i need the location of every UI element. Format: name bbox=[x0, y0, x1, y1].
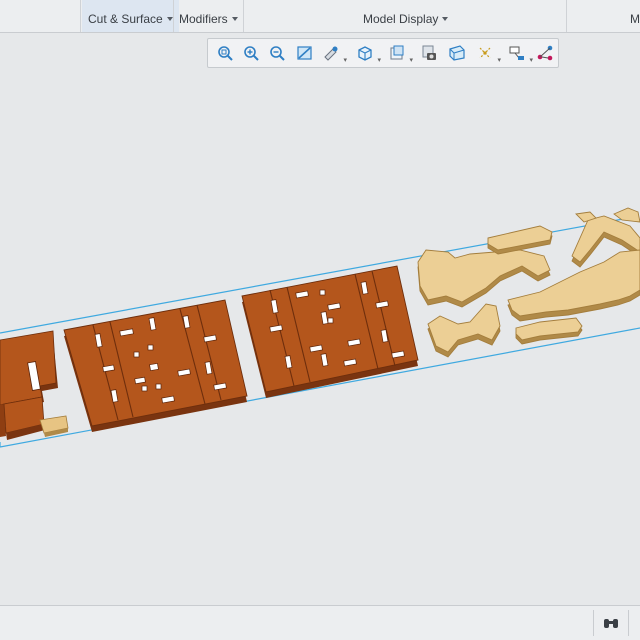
annotation-display-icon[interactable]: ▾ bbox=[506, 42, 533, 64]
reorient-icon[interactable]: ▾ bbox=[320, 42, 347, 64]
ribbon-separator bbox=[173, 0, 174, 32]
refit-icon[interactable] bbox=[214, 42, 236, 64]
dropdown-marker: ▾ bbox=[497, 57, 501, 64]
dropdown-marker: ▾ bbox=[409, 57, 413, 64]
zoom-in-icon[interactable] bbox=[240, 42, 262, 64]
saved-orientations-icon[interactable]: ▾ bbox=[354, 42, 381, 64]
model-canvas[interactable] bbox=[0, 70, 640, 604]
repaint-icon[interactable] bbox=[294, 42, 316, 64]
chevron-down-icon bbox=[231, 17, 238, 21]
ribbon-group-truncated[interactable]: M bbox=[630, 0, 640, 32]
zoom-out-icon[interactable] bbox=[266, 42, 288, 64]
find-icon[interactable] bbox=[602, 614, 620, 632]
light-part-bar-1[interactable] bbox=[487, 225, 553, 255]
chevron-down-icon bbox=[166, 17, 173, 21]
model-viewport[interactable] bbox=[0, 70, 640, 604]
ribbon-group-label: Modifiers bbox=[179, 12, 228, 26]
ribbon-group-model-display[interactable]: Model Display bbox=[363, 0, 449, 32]
plywood-panel-1[interactable] bbox=[63, 299, 248, 432]
status-separator bbox=[593, 610, 594, 636]
spin-center-icon[interactable] bbox=[534, 42, 556, 64]
ribbon: Cut & Surface Modifiers Model Display M bbox=[0, 0, 640, 33]
ribbon-group-label: M bbox=[630, 12, 640, 26]
dropdown-marker: ▾ bbox=[529, 57, 533, 64]
status-bar bbox=[0, 605, 640, 640]
graphics-toolbar: ▾ ▾ ▾ ▾ ▾ bbox=[207, 38, 559, 68]
plywood-panel-2[interactable] bbox=[241, 265, 419, 398]
plywood-small-tab[interactable] bbox=[39, 415, 69, 437]
ribbon-group-modifiers[interactable]: Modifiers bbox=[179, 0, 238, 32]
ribbon-separator bbox=[243, 0, 244, 32]
chevron-down-icon bbox=[442, 17, 449, 21]
status-separator bbox=[628, 610, 629, 636]
ribbon-group-cut-surface[interactable]: Cut & Surface bbox=[82, 0, 179, 32]
dropdown-marker: ▾ bbox=[343, 57, 347, 64]
display-style-icon[interactable]: ▾ bbox=[386, 42, 413, 64]
ribbon-separator bbox=[80, 0, 81, 32]
perspective-view-icon[interactable] bbox=[446, 42, 468, 64]
dropdown-marker: ▾ bbox=[377, 57, 381, 64]
ribbon-group-label: Model Display bbox=[363, 12, 439, 26]
view-manager-icon[interactable] bbox=[418, 42, 440, 64]
ribbon-separator bbox=[566, 0, 567, 32]
light-part-v[interactable] bbox=[427, 303, 501, 358]
ribbon-group-label: Cut & Surface bbox=[88, 12, 163, 26]
datum-display-icon[interactable]: ▾ bbox=[474, 42, 501, 64]
